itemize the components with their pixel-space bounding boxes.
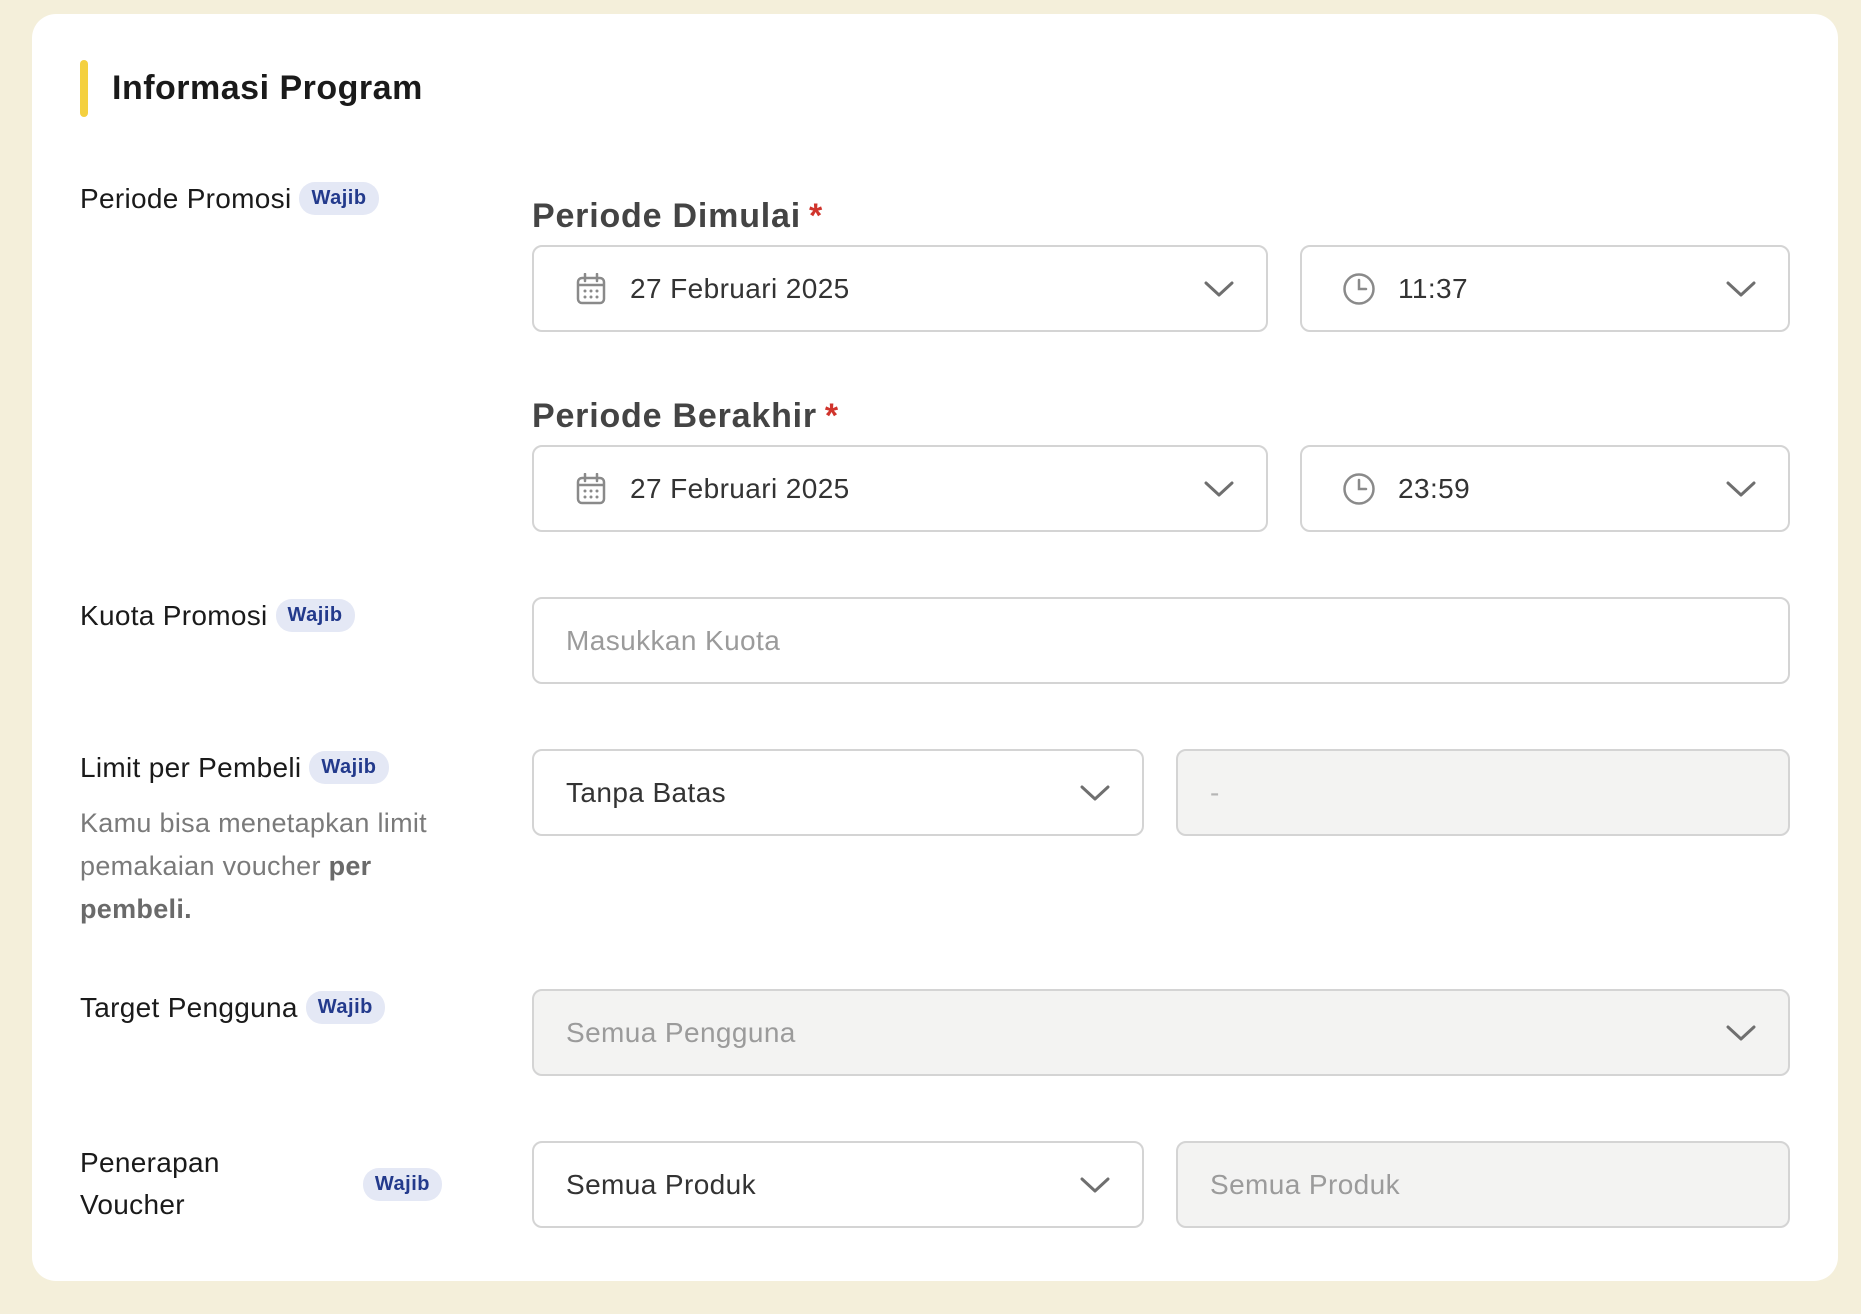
chevron-down-icon xyxy=(1078,776,1112,810)
clock-icon xyxy=(1342,472,1376,506)
chevron-down-icon xyxy=(1724,272,1758,306)
limit-helper-text: Kamu bisa menetapkan limit pemakaian vou… xyxy=(80,808,427,881)
kuota-promosi-label: Kuota Promosi xyxy=(80,599,268,631)
penerapan-voucher-label-row: Penerapan Voucher Wajib xyxy=(80,1142,462,1226)
required-badge: Wajib xyxy=(275,599,355,632)
target-pengguna-label-row: Target Pengguna Wajib xyxy=(80,991,385,1024)
start-date-value: 27 Februari 2025 xyxy=(630,272,850,304)
penerapan-voucher-products-input: Semua Produk xyxy=(1176,1141,1790,1228)
end-time-picker[interactable]: 23:59 xyxy=(1300,445,1790,532)
kuota-promosi-label-row: Kuota Promosi Wajib xyxy=(80,599,355,632)
section-accent-bar xyxy=(80,60,88,117)
required-asterisk: * xyxy=(808,197,824,235)
target-pengguna-label: Target Pengguna xyxy=(80,991,298,1023)
limit-value-placeholder: - xyxy=(1210,776,1220,808)
limit-pembeli-label-row: Limit per Pembeli Wajib xyxy=(80,751,389,784)
start-time-value: 11:37 xyxy=(1398,272,1468,304)
start-date-picker[interactable]: 27 Februari 2025 xyxy=(532,245,1268,332)
limit-pembeli-label: Limit per Pembeli xyxy=(80,751,302,783)
limit-pembeli-helper: Kamu bisa menetapkan limit pemakaian vou… xyxy=(80,802,440,931)
penerapan-voucher-select[interactable]: Semua Produk xyxy=(532,1141,1144,1228)
chevron-down-icon xyxy=(1202,272,1236,306)
periode-berakhir-label: Periode Berakhir * xyxy=(532,397,839,436)
section-title: Informasi Program xyxy=(112,69,423,107)
end-date-picker[interactable]: 27 Februari 2025 xyxy=(532,445,1268,532)
limit-value-input: - xyxy=(1176,749,1790,836)
required-badge: Wajib xyxy=(299,182,379,215)
periode-promosi-label-row: Periode Promosi Wajib xyxy=(80,182,379,215)
kuota-input[interactable]: Masukkan Kuota xyxy=(532,597,1790,684)
end-time-value: 23:59 xyxy=(1398,472,1471,504)
required-badge: Wajib xyxy=(362,1167,442,1201)
periode-dimulai-label: Periode Dimulai * xyxy=(532,197,823,236)
chevron-down-icon xyxy=(1202,472,1236,506)
start-time-picker[interactable]: 11:37 xyxy=(1300,245,1790,332)
end-date-value: 27 Februari 2025 xyxy=(630,472,850,504)
clock-icon xyxy=(1342,272,1376,306)
required-asterisk: * xyxy=(824,397,839,435)
penerapan-products-placeholder: Semua Produk xyxy=(1210,1168,1401,1200)
calendar-icon xyxy=(574,272,608,306)
penerapan-voucher-value: Semua Produk xyxy=(566,1168,757,1200)
limit-type-select[interactable]: Tanpa Batas xyxy=(532,749,1144,836)
calendar-icon xyxy=(574,472,608,506)
penerapan-voucher-label: Penerapan Voucher xyxy=(80,1147,220,1220)
required-badge: Wajib xyxy=(305,991,385,1024)
chevron-down-icon xyxy=(1724,472,1758,506)
periode-berakhir-text: Periode Berakhir xyxy=(532,397,817,435)
periode-dimulai-text: Periode Dimulai xyxy=(532,197,801,235)
target-pengguna-select: Semua Pengguna xyxy=(532,989,1790,1076)
chevron-down-icon xyxy=(1078,1168,1112,1202)
limit-type-value: Tanpa Batas xyxy=(566,776,727,808)
target-pengguna-value: Semua Pengguna xyxy=(566,1016,796,1048)
required-badge: Wajib xyxy=(309,751,389,784)
chevron-down-icon xyxy=(1724,1016,1758,1050)
program-info-card: Informasi Program Periode Promosi Wajib … xyxy=(32,14,1838,1281)
periode-promosi-label: Periode Promosi xyxy=(80,182,292,214)
section-header: Informasi Program xyxy=(80,60,423,117)
kuota-placeholder: Masukkan Kuota xyxy=(566,624,781,656)
